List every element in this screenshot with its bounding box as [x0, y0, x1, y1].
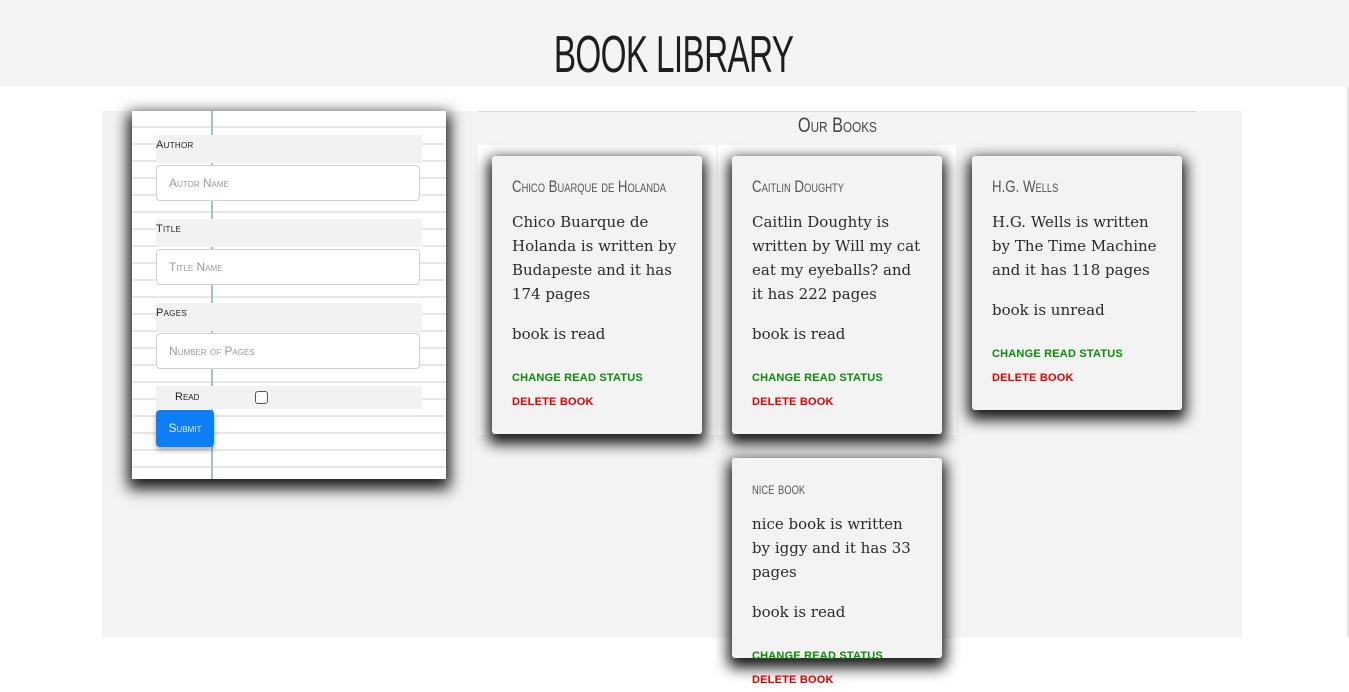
add-book-form: Author Title Pages Read Submit — [132, 111, 446, 479]
change-read-status-button[interactable]: CHANGE READ STATUS — [752, 644, 922, 668]
book-description: Caitlin Doughty is written by Will my ca… — [752, 213, 921, 303]
book-description: nice book is written by iggy and it has … — [752, 515, 911, 581]
book-read-status: book is read — [752, 603, 846, 621]
read-label: Read — [175, 391, 200, 403]
book-read-status: book is unread — [992, 301, 1105, 319]
title-input[interactable] — [156, 249, 420, 285]
book-card: nice book nice book is written by iggy a… — [732, 458, 942, 686]
pages-label: Pages — [156, 307, 188, 319]
book-read-status: book is read — [512, 325, 606, 343]
pages-input[interactable] — [156, 333, 420, 369]
book-read-status: book is read — [752, 325, 846, 343]
submit-button[interactable]: Submit — [156, 410, 214, 447]
author-label: Author — [156, 139, 194, 151]
book-card: Chico Buarque de Holanda Chico Buarque d… — [492, 156, 702, 434]
delete-book-button[interactable]: DELETE BOOK — [512, 390, 682, 414]
author-input[interactable] — [156, 165, 420, 201]
book-card: H.G. Wells H.G. Wells is written by The … — [972, 156, 1182, 410]
pages-label-row — [156, 303, 422, 331]
book-card: Caitlin Doughty Caitlin Doughty is writt… — [732, 156, 942, 434]
book-title: Chico Buarque de Holanda — [512, 177, 666, 196]
author-label-row — [156, 135, 422, 163]
book-description: Chico Buarque de Holanda is written by B… — [512, 213, 677, 303]
book-title: nice book — [752, 479, 806, 498]
read-checkbox[interactable] — [255, 391, 268, 404]
change-read-status-button[interactable]: CHANGE READ STATUS — [512, 366, 682, 390]
book-title: Caitlin Doughty — [752, 177, 845, 196]
book-title: H.G. Wells — [992, 177, 1059, 196]
delete-book-button[interactable]: DELETE BOOK — [992, 366, 1162, 390]
site-title: BOOK LIBRARY — [553, 26, 794, 84]
change-read-status-button[interactable]: CHANGE READ STATUS — [992, 342, 1162, 366]
header: BOOK LIBRARY — [0, 0, 1349, 87]
books-divider — [478, 111, 1197, 112]
title-label: Title — [156, 223, 182, 235]
books-heading: Our Books — [797, 114, 877, 137]
title-label-row — [156, 219, 422, 247]
delete-book-button[interactable]: DELETE BOOK — [752, 668, 922, 692]
delete-book-button[interactable]: DELETE BOOK — [752, 390, 922, 414]
change-read-status-button[interactable]: CHANGE READ STATUS — [752, 366, 922, 390]
book-description: H.G. Wells is written by The Time Machin… — [992, 213, 1157, 279]
